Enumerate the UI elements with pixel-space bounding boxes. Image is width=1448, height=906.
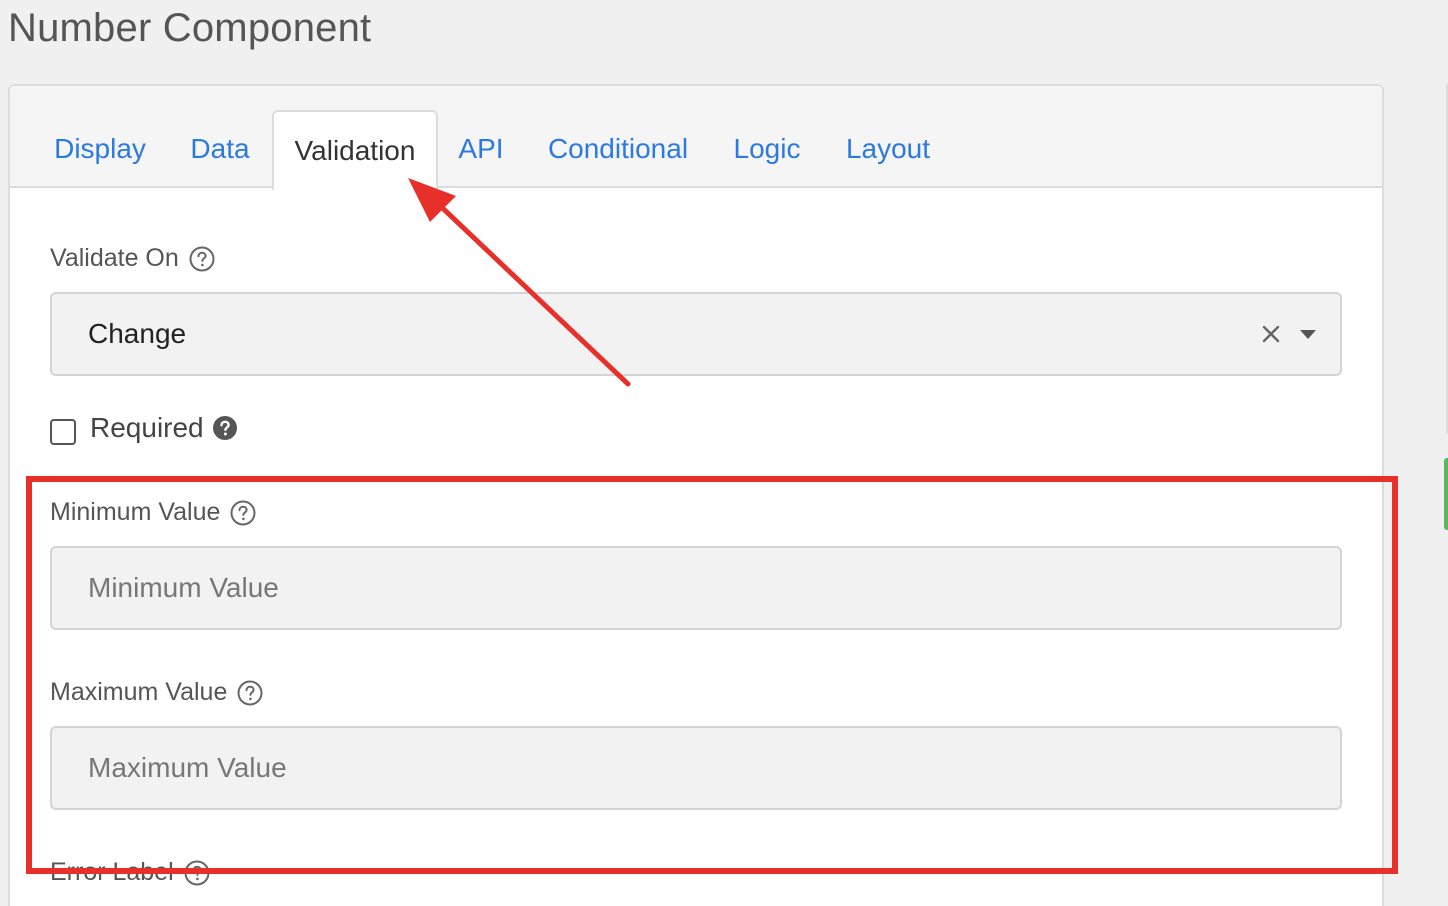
tab-logic[interactable]: Logic <box>722 110 812 188</box>
tab-layout[interactable]: Layout <box>836 110 940 188</box>
maximum-value-label-text: Maximum Value <box>50 678 228 706</box>
chevron-down-icon[interactable] <box>1300 330 1316 339</box>
validate-on-label: Validate On <box>50 244 215 273</box>
right-panel-green-tab[interactable] <box>1444 458 1448 530</box>
minimum-value-label-text: Minimum Value <box>50 498 221 526</box>
question-circle-icon[interactable] <box>189 246 215 272</box>
tab-data[interactable]: Data <box>180 110 260 188</box>
tab-validation[interactable]: Validation <box>272 110 438 190</box>
tab-bar: Display Data Validation API Conditional … <box>10 86 1382 190</box>
question-circle-icon[interactable] <box>230 500 256 526</box>
validate-on-label-text: Validate On <box>50 244 179 272</box>
component-settings-panel: Display Data Validation API Conditional … <box>8 84 1384 906</box>
minimum-value-label: Minimum Value <box>50 498 256 527</box>
tab-display[interactable]: Display <box>40 110 160 188</box>
required-label: Required <box>90 412 238 444</box>
maximum-value-label: Maximum Value <box>50 678 263 707</box>
tab-api[interactable]: API <box>450 110 512 188</box>
question-circle-icon[interactable] <box>237 680 263 706</box>
validate-on-select[interactable]: Change <box>50 292 1342 376</box>
question-circle-filled-icon[interactable] <box>212 415 238 441</box>
required-checkbox[interactable] <box>50 419 76 445</box>
error-label-label: Error Label <box>50 858 210 887</box>
required-label-text: Required <box>90 412 204 443</box>
question-circle-icon[interactable] <box>184 860 210 886</box>
maximum-value-input[interactable] <box>50 726 1342 810</box>
error-label-label-text: Error Label <box>50 858 174 886</box>
tab-conditional[interactable]: Conditional <box>540 110 696 188</box>
validate-on-selected-value: Change <box>88 318 187 349</box>
clear-icon[interactable] <box>1260 323 1282 345</box>
minimum-value-input[interactable] <box>50 546 1342 630</box>
page-title: Number Component <box>8 6 372 50</box>
